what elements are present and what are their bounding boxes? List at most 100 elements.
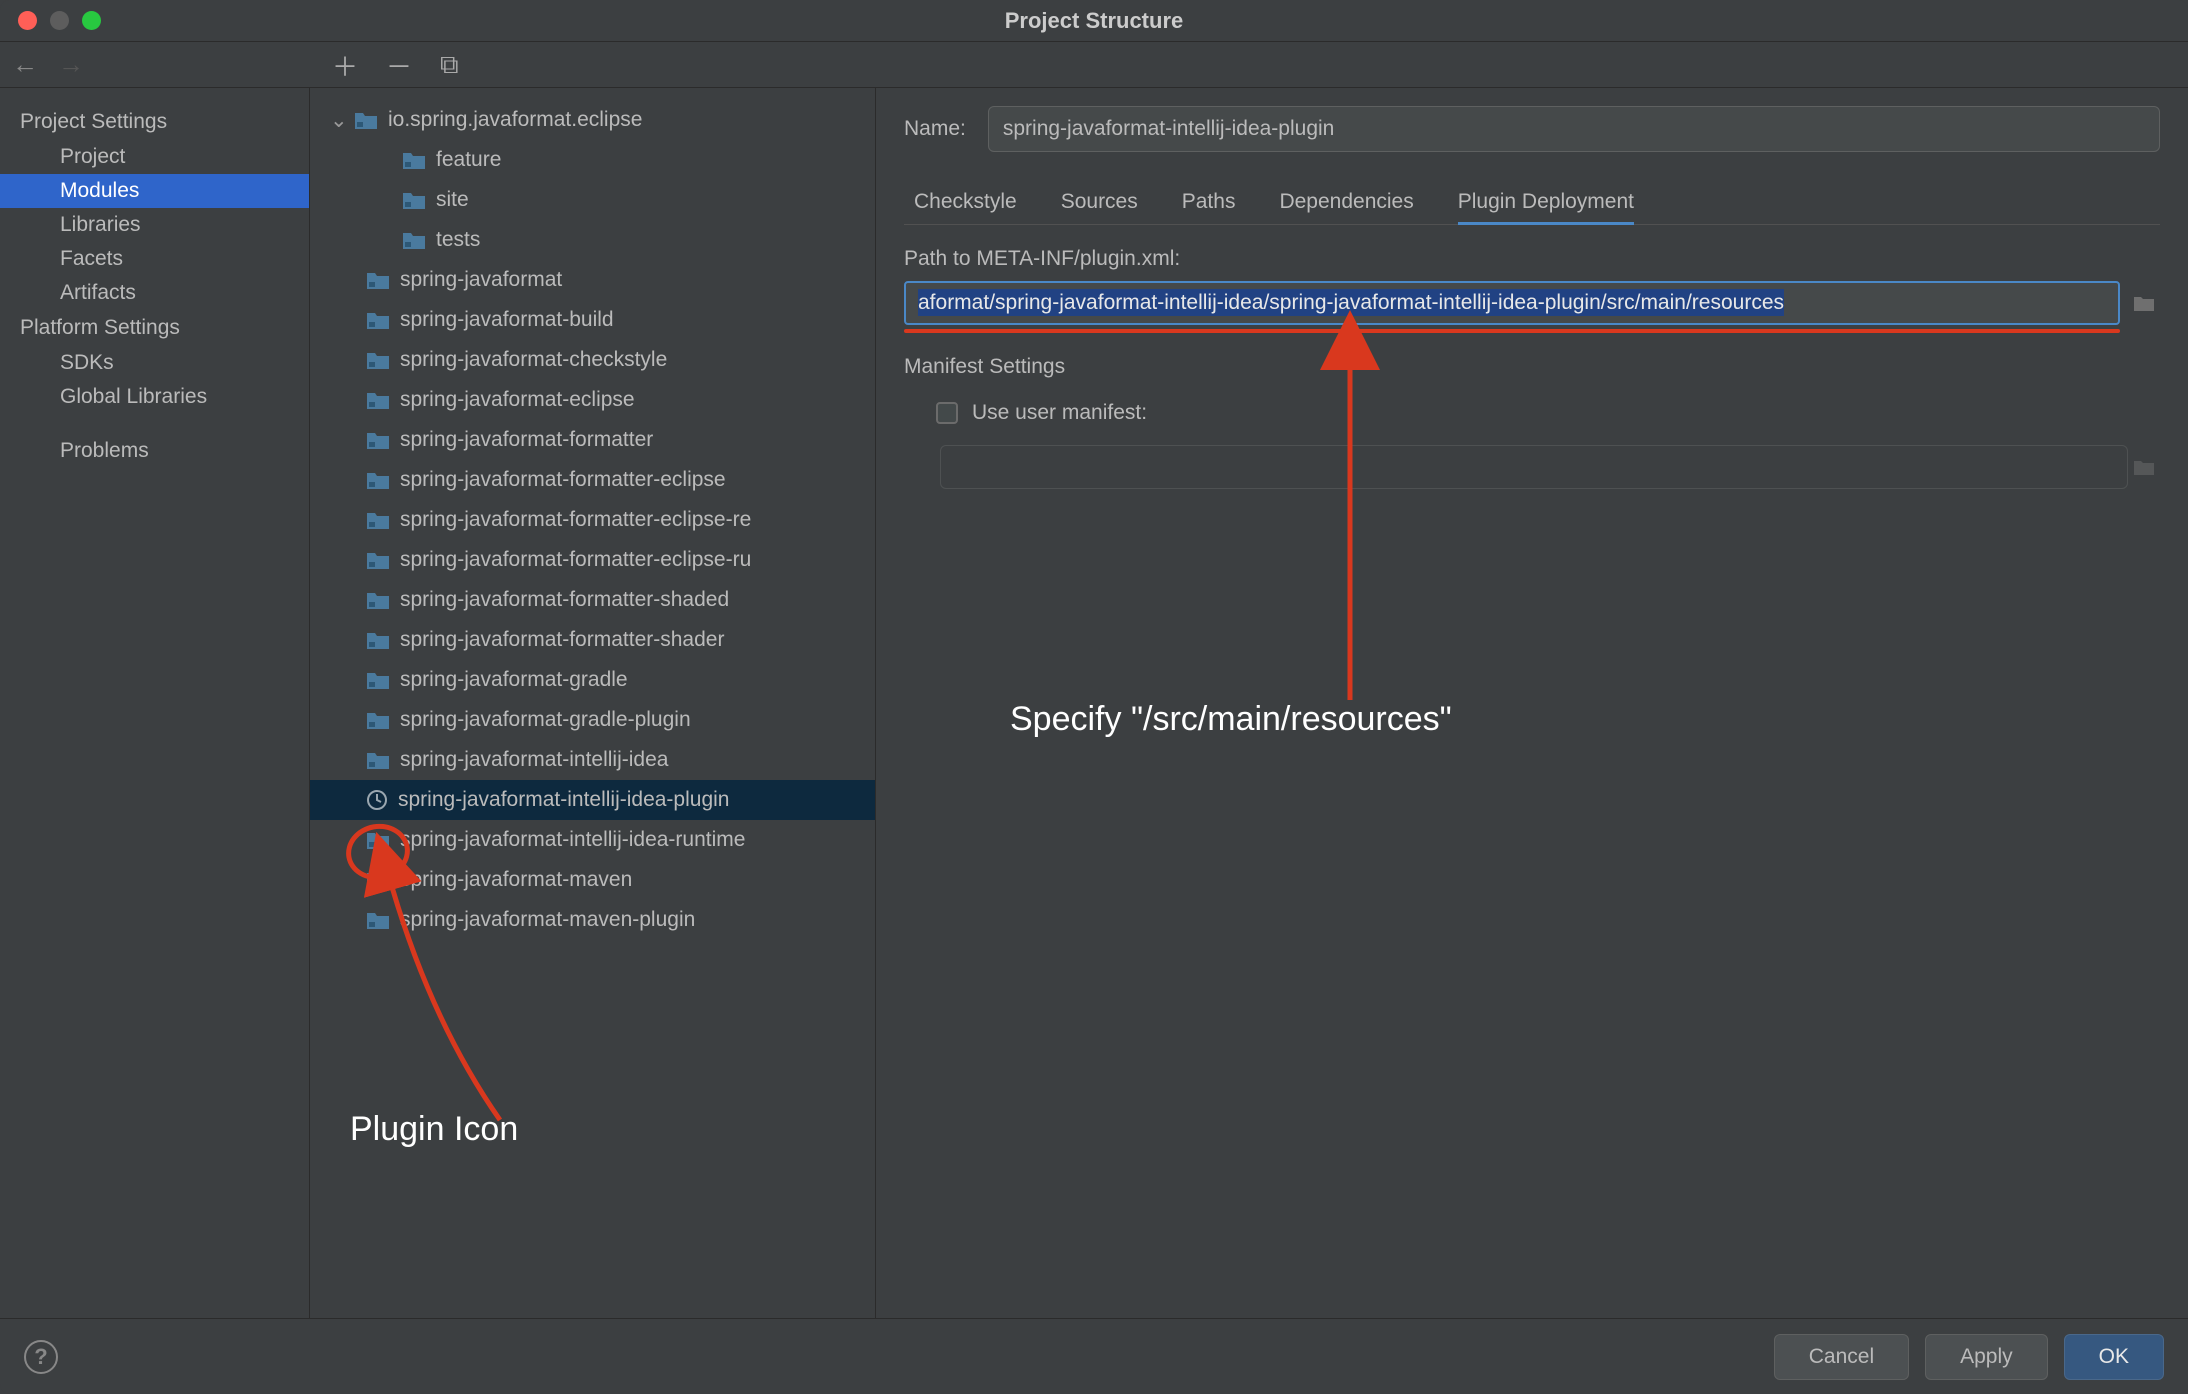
tree-item[interactable]: spring-javaformat-formatter-shader	[310, 620, 875, 660]
folder-icon	[366, 430, 390, 450]
tree-item-label: spring-javaformat-formatter-eclipse-re	[400, 508, 751, 532]
apply-button[interactable]: Apply	[1925, 1334, 2048, 1380]
tree-item[interactable]: tests	[310, 220, 875, 260]
tree-item[interactable]: spring-javaformat-formatter-eclipse-ru	[310, 540, 875, 580]
detail-tabs: Checkstyle Sources Paths Dependencies Plugin…	[904, 180, 2160, 225]
sidebar-header-project: Project Settings	[0, 104, 309, 140]
folder-icon	[366, 470, 390, 490]
tree-item[interactable]: spring-javaformat-formatter	[310, 420, 875, 460]
project-structure-window: Project Structure ← → Project Settings P…	[0, 0, 2188, 1394]
module-detail-panel: Name: CheckstyleSourcesPathsDependencies…	[876, 88, 2188, 1318]
tree-item-label: spring-javaformat-formatter-eclipse	[400, 468, 726, 492]
back-button[interactable]: ←	[12, 49, 38, 80]
plugin-xml-path-input[interactable]: aformat/spring-javaformat-intellij-idea/…	[904, 281, 2120, 325]
browse-path-button[interactable]	[2128, 283, 2160, 323]
copy-module-button[interactable]: ⧉	[440, 49, 459, 81]
tree-item[interactable]: spring-javaformat-gradle-plugin	[310, 700, 875, 740]
tab-dependencies[interactable]: Dependencies	[1279, 180, 1413, 224]
content-area: Project Settings Project Modules Librari…	[0, 88, 2188, 1318]
folder-icon	[366, 310, 390, 330]
tree-item[interactable]: spring-javaformat-build	[310, 300, 875, 340]
tree-item-label: spring-javaformat-formatter	[400, 428, 653, 452]
tree-item[interactable]: feature	[310, 140, 875, 180]
add-module-button[interactable]: ＋	[332, 47, 358, 84]
cancel-button[interactable]: Cancel	[1774, 1334, 1909, 1380]
sidebar-item-facets[interactable]: Facets	[0, 242, 309, 276]
tree-item-label: site	[436, 188, 469, 212]
window-title: Project Structure	[1005, 8, 1184, 34]
folder-icon	[366, 390, 390, 410]
tree-item[interactable]: spring-javaformat-gradle	[310, 660, 875, 700]
tree-item[interactable]: site	[310, 180, 875, 220]
folder-icon	[366, 830, 390, 850]
plugin-icon	[366, 789, 388, 811]
sidebar-item-libraries[interactable]: Libraries	[0, 208, 309, 242]
folder-icon	[402, 190, 426, 210]
folder-icon	[366, 750, 390, 770]
manifest-settings-header: Manifest Settings	[904, 355, 2160, 379]
settings-sidebar: Project Settings Project Modules Librari…	[0, 88, 310, 1318]
tree-item-selected-module[interactable]: spring-javaformat-intellij-idea-plugin	[310, 780, 875, 820]
module-toolbar: ＋ － ⧉	[310, 42, 875, 88]
folder-icon	[366, 630, 390, 650]
help-button[interactable]: ?	[24, 1340, 58, 1374]
tree-item-label: spring-javaformat-checkstyle	[400, 348, 667, 372]
folder-icon	[366, 350, 390, 370]
tree-item[interactable]: spring-javaformat-formatter-shaded	[310, 580, 875, 620]
minimize-window-button[interactable]	[50, 11, 69, 30]
tree-item[interactable]: spring-javaformat-formatter-eclipse	[310, 460, 875, 500]
module-name-input[interactable]	[988, 106, 2160, 152]
tree-item-label: spring-javaformat-formatter-shader	[400, 628, 724, 652]
folder-icon	[366, 550, 390, 570]
close-window-button[interactable]	[18, 11, 37, 30]
folder-icon	[354, 110, 378, 130]
window-controls	[18, 11, 101, 30]
folder-icon	[402, 150, 426, 170]
use-user-manifest-checkbox[interactable]	[936, 402, 958, 424]
tree-item-label: spring-javaformat-formatter-shaded	[400, 588, 729, 612]
forward-button[interactable]: →	[58, 49, 84, 80]
tree-item-label: spring-javaformat-maven-plugin	[400, 908, 695, 932]
browse-manifest-button[interactable]	[2128, 447, 2160, 487]
sidebar-item-artifacts[interactable]: Artifacts	[0, 276, 309, 310]
ok-button[interactable]: OK	[2064, 1334, 2164, 1380]
module-tree[interactable]: ⌄io.spring.javaformat.eclipse feature site…	[310, 88, 875, 952]
tree-item[interactable]: spring-javaformat-formatter-eclipse-re	[310, 500, 875, 540]
tree-item[interactable]: spring-javaformat-intellij-idea	[310, 740, 875, 780]
tree-item[interactable]: spring-javaformat	[310, 260, 875, 300]
tree-item[interactable]: spring-javaformat-maven	[310, 860, 875, 900]
path-label: Path to META-INF/plugin.xml:	[904, 247, 2160, 271]
tab-sources[interactable]: Sources	[1061, 180, 1138, 224]
sidebar-header-platform: Platform Settings	[0, 310, 309, 346]
sidebar-item-global-libraries[interactable]: Global Libraries	[0, 380, 309, 414]
tree-item-label: io.spring.javaformat.eclipse	[388, 108, 642, 132]
sidebar-item-sdks[interactable]: SDKs	[0, 346, 309, 380]
tree-item[interactable]: spring-javaformat-eclipse	[310, 380, 875, 420]
tree-root[interactable]: ⌄io.spring.javaformat.eclipse	[310, 100, 875, 140]
tree-item[interactable]: spring-javaformat-checkstyle	[310, 340, 875, 380]
tree-item[interactable]: spring-javaformat-maven-plugin	[310, 900, 875, 940]
folder-icon	[366, 590, 390, 610]
tree-item[interactable]: spring-javaformat-intellij-idea-runtime	[310, 820, 875, 860]
tab-paths[interactable]: Paths	[1182, 180, 1236, 224]
manifest-path-input[interactable]	[940, 445, 2128, 489]
use-user-manifest-label: Use user manifest:	[972, 401, 1147, 425]
remove-module-button[interactable]: －	[386, 47, 412, 84]
tree-item-label: spring-javaformat	[400, 268, 562, 292]
module-tree-panel: ＋ － ⧉ ⌄io.spring.javaformat.eclipsefeatu…	[310, 88, 876, 1318]
sidebar-item-problems[interactable]: Problems	[0, 434, 309, 468]
tree-item-label: spring-javaformat-formatter-eclipse-ru	[400, 548, 751, 572]
tab-checkstyle[interactable]: Checkstyle	[914, 180, 1017, 224]
folder-icon	[366, 710, 390, 730]
tree-item-label: spring-javaformat-intellij-idea-plugin	[398, 788, 729, 812]
tree-item-label: spring-javaformat-gradle	[400, 668, 628, 692]
folder-icon	[366, 870, 390, 890]
sidebar-item-modules[interactable]: Modules	[0, 174, 309, 208]
tree-item-label: spring-javaformat-intellij-idea	[400, 748, 668, 772]
tree-item-label: spring-javaformat-gradle-plugin	[400, 708, 691, 732]
sidebar-item-project[interactable]: Project	[0, 140, 309, 174]
maximize-window-button[interactable]	[82, 11, 101, 30]
folder-icon	[366, 910, 390, 930]
tree-item-label: feature	[436, 148, 501, 172]
tab-plugin-deployment[interactable]: Plugin Deployment	[1458, 180, 1634, 224]
